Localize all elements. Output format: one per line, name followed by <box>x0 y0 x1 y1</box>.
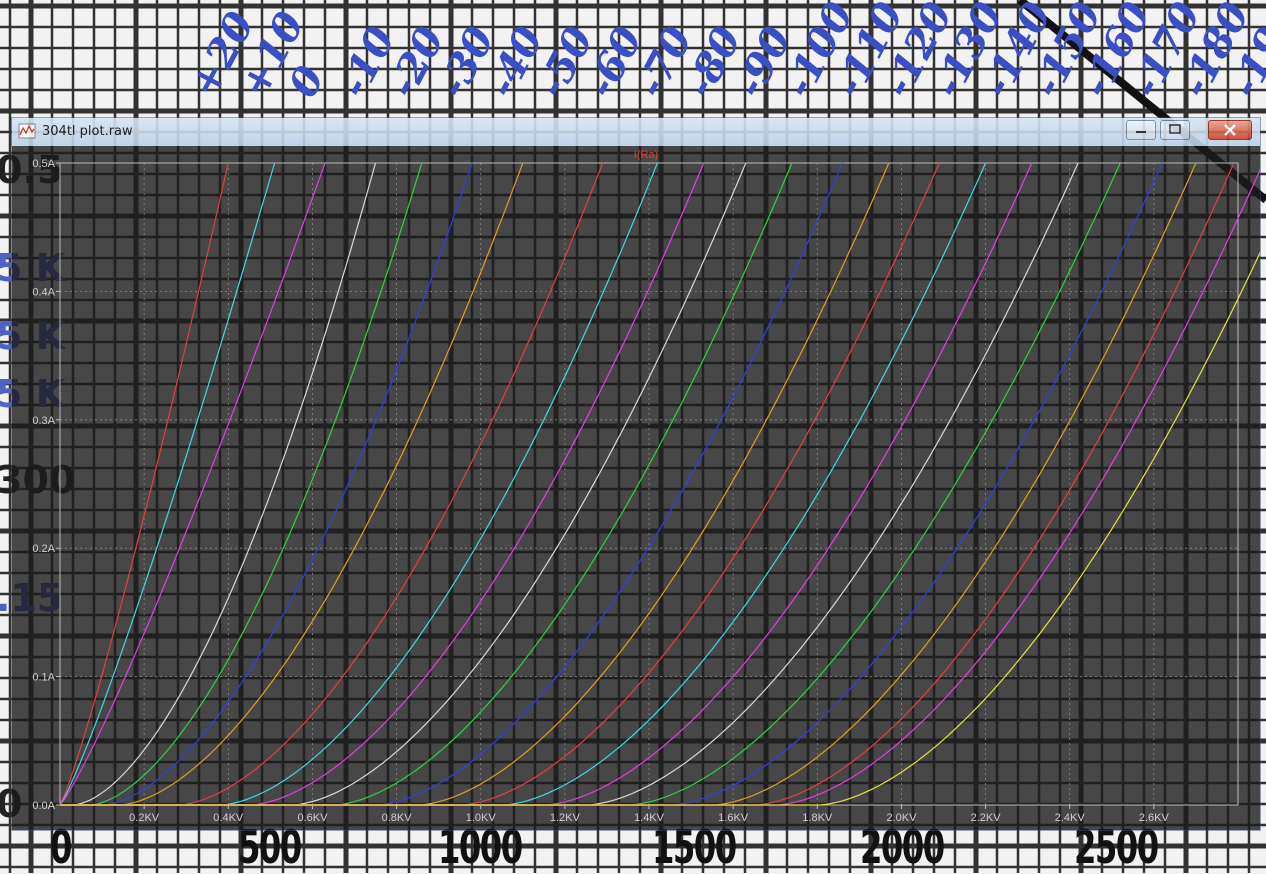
trace-line[interactable] <box>60 162 423 806</box>
trace-line[interactable] <box>60 162 604 806</box>
trace-line[interactable] <box>60 162 1079 806</box>
x-tick-label: 1.2KV <box>550 812 581 824</box>
x-tick-label: 1.8KV <box>802 812 833 824</box>
waveform-app-icon <box>18 123 36 139</box>
minimize-button[interactable] <box>1126 120 1156 140</box>
close-icon <box>1224 124 1236 136</box>
y-tick-label: 0.3A <box>32 415 55 427</box>
close-button[interactable] <box>1208 120 1252 140</box>
plot-title-trace-label[interactable]: I(Ra) <box>634 149 658 161</box>
y-tick-label: 0.0A <box>32 800 55 812</box>
window-titlebar[interactable]: 304tl plot.raw <box>12 118 1260 146</box>
minimize-icon <box>1136 131 1146 133</box>
y-tick-label: 0.5A <box>32 158 55 170</box>
trace-line[interactable] <box>60 162 473 806</box>
x-tick-label: 1.6KV <box>718 812 749 824</box>
maximize-button[interactable] <box>1160 120 1190 140</box>
trace-line[interactable] <box>60 162 524 806</box>
x-tick-label: 2.0KV <box>886 812 917 824</box>
x-tick-label: 2.6KV <box>1139 812 1170 824</box>
x-tick-label: 1.0KV <box>466 812 497 824</box>
trace-line[interactable] <box>60 162 1235 806</box>
plot-canvas[interactable]: I(Ra) 0.2KV 0.4KV 0.6KV 0.8KV 1.0KV 1.2KV 1.4K… <box>12 146 1260 830</box>
trace-line[interactable] <box>60 162 793 806</box>
x-tick-label: 1.4KV <box>634 812 665 824</box>
trace-line[interactable] <box>60 162 377 806</box>
plot-area[interactable]: I(Ra) 0.2KV 0.4KV 0.6KV 0.8KV 1.0KV 1.2KV 1.4K… <box>12 146 1260 830</box>
maximize-icon <box>1169 124 1181 134</box>
trace-line[interactable] <box>60 162 890 806</box>
x-tick-label: 0.2KV <box>129 812 160 824</box>
x-tick-label: 0.6KV <box>297 812 328 824</box>
x-tick-label: 2.2KV <box>971 812 1002 824</box>
trace-line[interactable] <box>60 162 1121 806</box>
trace-line[interactable] <box>60 162 658 806</box>
trace-line[interactable] <box>59 162 326 806</box>
trace-line[interactable] <box>60 162 1197 806</box>
trace-line[interactable] <box>60 162 1163 806</box>
trace-line[interactable] <box>60 162 705 806</box>
y-tick-label: 0.1A <box>32 672 55 684</box>
trace-line[interactable] <box>60 162 940 806</box>
x-tick-label: 2.4KV <box>1055 812 1086 824</box>
y-tick-label: 0.2A <box>32 543 55 555</box>
x-tick-label: 0.8KV <box>382 812 413 824</box>
x-tick-label: 0.4KV <box>213 812 244 824</box>
window-title: 304tl plot.raw <box>42 124 133 139</box>
y-tick-label: 0.4A <box>32 286 55 298</box>
trace-line[interactable] <box>60 162 747 806</box>
plot-window[interactable]: 304tl plot.raw I(Ra) 0.2KV 0.4KV 0.6KV 0.8K… <box>12 118 1260 830</box>
